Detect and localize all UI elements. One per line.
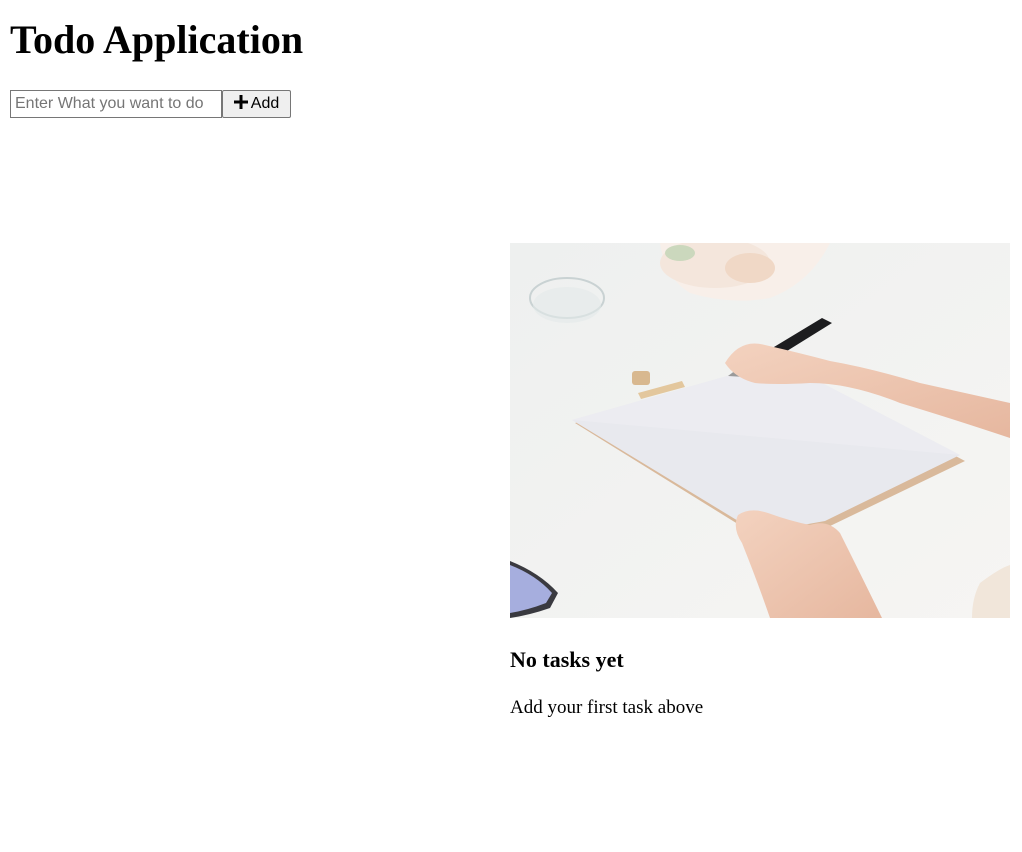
empty-state-title: No tasks yet [510, 647, 624, 672]
task-input[interactable] [10, 90, 222, 118]
empty-state-illustration [510, 243, 1010, 618]
page-title: Todo Application [10, 17, 304, 62]
add-button[interactable]: Add [222, 90, 291, 118]
empty-state-message: Add your first task above [510, 697, 704, 718]
add-button-label: Add [250, 95, 280, 112]
add-task-form: Add [10, 90, 291, 118]
todo-page: Todo Application Add [0, 0, 1022, 852]
empty-state: No tasks yet Add your first task above [510, 243, 1010, 718]
plus-icon [233, 95, 248, 109]
